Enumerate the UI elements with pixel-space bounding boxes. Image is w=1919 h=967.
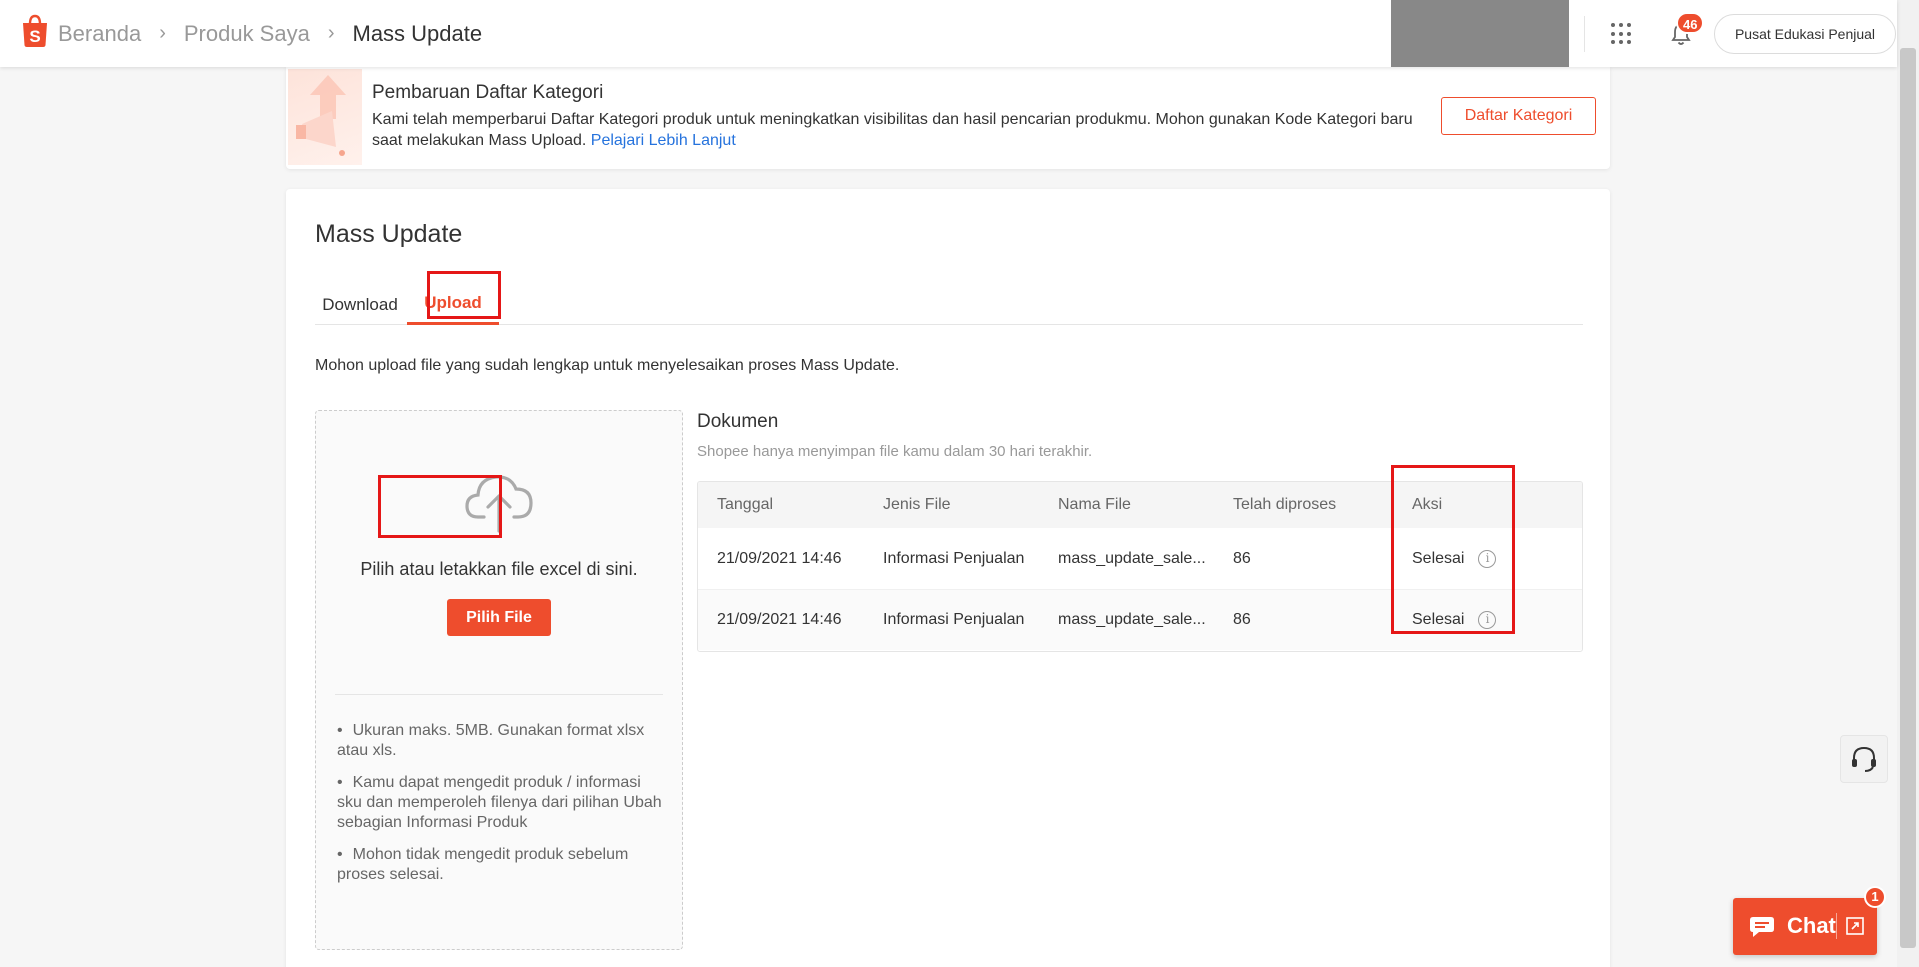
column-header-date: Tanggal <box>717 496 774 513</box>
category-list-button[interactable]: Daftar Kategori <box>1441 97 1596 135</box>
upload-notes: Ukuran maks. 5MB. Gunakan format xlsx at… <box>335 721 665 897</box>
category-update-banner: Pembaruan Daftar Kategori Kami telah mem… <box>286 67 1610 169</box>
header-divider <box>1584 16 1585 52</box>
breadcrumb-home[interactable]: Beranda <box>58 21 141 47</box>
highlight-box-upload-tab <box>427 271 501 319</box>
column-header-file-type: Jenis File <box>883 496 951 513</box>
highlight-box-action-column <box>1391 465 1515 634</box>
upload-note: Ukuran maks. 5MB. Gunakan format xlsx at… <box>335 721 665 761</box>
top-header: S Beranda › Produk Saya › Mass Update 46… <box>0 0 1897 67</box>
megaphone-illustration <box>288 69 362 165</box>
page-title: Mass Update <box>315 220 463 248</box>
column-header-file-name: Nama File <box>1058 496 1131 513</box>
documents-subtitle: Shopee hanya menyimpan file kamu dalam 3… <box>697 443 1093 460</box>
documents-title: Dokumen <box>697 411 779 432</box>
column-header-processed: Telah diproses <box>1233 496 1337 513</box>
cell-file-type: Informasi Penjualan <box>883 549 1025 567</box>
dropzone-text: Pilih atau letakkan file excel di sini. <box>360 559 638 579</box>
cell-date: 21/09/2021 14:46 <box>717 549 842 567</box>
chevron-right-icon: › <box>327 22 335 44</box>
cell-file-type: Informasi Penjualan <box>883 611 1025 628</box>
expand-window-icon[interactable] <box>1845 916 1865 936</box>
banner-description: Kami telah memperbarui Daftar Kategori p… <box>372 111 1413 149</box>
tab-bar: Download Upload <box>315 284 1583 325</box>
scrollbar-thumb[interactable] <box>1900 48 1916 948</box>
breadcrumb-current: Mass Update <box>352 20 483 46</box>
mass-update-card: Mass Update Download Upload Mohon upload… <box>286 189 1610 967</box>
upload-instruction: Mohon upload file yang sudah lengkap unt… <box>315 357 900 374</box>
cell-file-name[interactable]: mass_update_sale... <box>1058 528 1206 589</box>
chat-button[interactable]: Chat <box>1733 898 1877 955</box>
cell-processed: 86 <box>1233 549 1251 567</box>
apps-grid-icon[interactable] <box>1611 23 1633 45</box>
chat-separator <box>1836 913 1837 939</box>
notification-badge: 46 <box>1676 12 1705 34</box>
highlight-box-choose-file <box>378 475 502 538</box>
upload-note: Kamu dapat mengedit produk / informasi s… <box>335 773 665 833</box>
tab-download[interactable]: Download <box>315 284 405 325</box>
dropzone-divider <box>335 694 663 695</box>
chat-label: Chat <box>1787 913 1836 938</box>
banner-title: Pembaruan Daftar Kategori <box>372 82 604 103</box>
headset-icon <box>1852 746 1876 772</box>
redacted-area <box>1391 0 1569 67</box>
svg-text:S: S <box>29 27 40 46</box>
upload-note: Mohon tidak mengedit produk sebelum pros… <box>335 845 665 885</box>
shopee-logo[interactable]: S <box>20 14 50 48</box>
breadcrumb: Beranda › Produk Saya › Mass Update <box>58 0 482 67</box>
choose-file-button[interactable]: Pilih File <box>447 599 551 636</box>
chevron-right-icon: › <box>159 22 166 44</box>
cell-file-name[interactable]: mass_update_sale... <box>1058 590 1206 650</box>
chat-unread-badge: 1 <box>1864 886 1886 908</box>
help-widget[interactable] <box>1840 735 1888 783</box>
learn-more-link[interactable]: Pelajari Lebih Lanjut <box>591 132 736 149</box>
cell-processed: 86 <box>1233 611 1251 628</box>
banner-text: Kami telah memperbarui Daftar Kategori p… <box>372 109 1432 151</box>
chat-bubble-icon <box>1750 917 1774 937</box>
breadcrumb-my-products[interactable]: Produk Saya <box>184 21 310 47</box>
seller-education-button[interactable]: Pusat Edukasi Penjual <box>1714 14 1896 54</box>
cell-date: 21/09/2021 14:46 <box>717 611 842 628</box>
